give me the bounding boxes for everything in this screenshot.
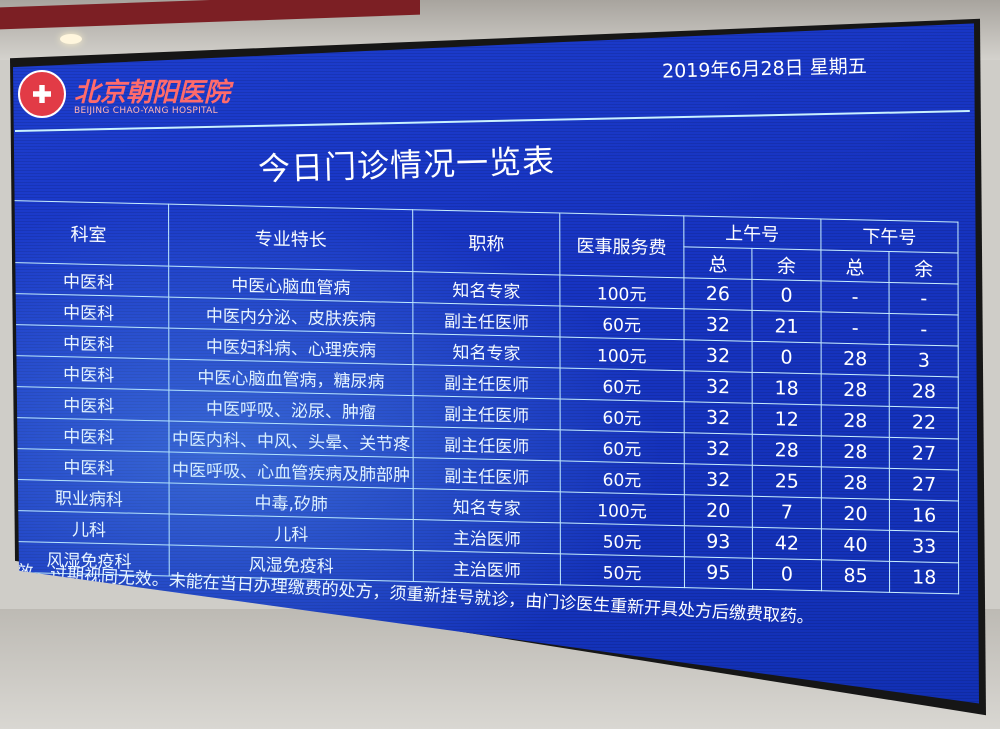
hospital-logo: 北京朝阳医院 BEIJING CHAO-YANG HOSPITAL: [18, 70, 231, 124]
cell-am-remaining: 0: [752, 341, 821, 374]
hospital-name-en: BEIJING CHAO-YANG HOSPITAL: [74, 106, 218, 116]
cell-rank: 副主任医师: [413, 395, 560, 430]
hospital-name: 北京朝阳医院: [74, 78, 231, 108]
cell-pm-remaining: 27: [889, 468, 959, 501]
header-am-remaining: 余: [752, 248, 821, 281]
cell-pm-remaining: -: [889, 282, 959, 316]
cell-department: 中医科: [13, 386, 169, 422]
cell-fee: 50元: [560, 522, 685, 557]
cell-rank: 知名专家: [413, 333, 560, 368]
cell-am-remaining: 0: [752, 558, 822, 591]
cell-pm-total: 40: [821, 528, 890, 562]
cell-rank: 知名专家: [413, 271, 560, 306]
cell-fee: 100元: [559, 336, 684, 371]
cell-pm-remaining: 3: [889, 344, 959, 377]
cell-rank: 知名专家: [413, 488, 561, 523]
cell-am-total: 93: [683, 525, 753, 559]
cell-fee: 50元: [560, 553, 685, 588]
cell-pm-remaining: 18: [889, 561, 959, 594]
wall-sign: [0, 0, 420, 30]
cell-fee: 100元: [559, 274, 684, 309]
cell-am-total: 26: [683, 277, 753, 311]
cell-am-total: 32: [683, 370, 753, 404]
cell-pm-total: 28: [820, 404, 890, 438]
cell-am-total: 32: [683, 339, 753, 373]
header-fee: 医事服务费: [559, 213, 684, 278]
cell-department: 中医科: [13, 417, 169, 453]
cell-department: 中医科: [13, 262, 169, 298]
cell-pm-remaining: 22: [889, 406, 959, 439]
cell-department: 中医科: [13, 355, 169, 391]
cell-pm-total: 20: [821, 497, 890, 531]
cell-am-remaining: 28: [752, 434, 822, 467]
cell-pm-total: 28: [820, 342, 890, 376]
cell-am-remaining: 7: [752, 496, 822, 529]
header-afternoon: 下午号: [820, 218, 959, 254]
current-date: 2019年6月28日 星期五: [661, 55, 867, 83]
cell-am-total: 32: [683, 401, 753, 435]
header-rank: 职称: [413, 209, 560, 275]
cell-am-remaining: 25: [752, 465, 822, 498]
header-department: 科室: [13, 200, 169, 267]
header-specialty: 专业特长: [168, 204, 414, 272]
cell-pm-remaining: 28: [889, 375, 959, 408]
cell-am-remaining: 42: [752, 527, 822, 560]
cell-rank: 副主任医师: [413, 426, 560, 461]
cell-am-total: 20: [683, 494, 753, 528]
cell-am-remaining: 21: [752, 310, 821, 343]
cell-am-total: 32: [683, 432, 753, 466]
cell-pm-total: -: [820, 280, 890, 314]
cell-fee: 60元: [559, 305, 684, 340]
header-am-total: 总: [683, 246, 753, 280]
cell-rank: 副主任医师: [413, 364, 560, 399]
cell-pm-remaining: 27: [889, 437, 959, 470]
cell-am-remaining: 12: [752, 403, 822, 436]
cell-am-total: 32: [683, 308, 753, 342]
cell-pm-total: 85: [821, 559, 890, 593]
cell-fee: 60元: [559, 460, 684, 495]
cell-pm-remaining: -: [889, 313, 959, 347]
cell-fee: 60元: [559, 429, 684, 464]
cell-department: 中医科: [13, 324, 169, 360]
hospital-emblem-icon: [18, 70, 66, 118]
cell-department: 中医科: [13, 293, 169, 329]
cell-fee: 60元: [559, 398, 684, 433]
cell-pm-remaining: 33: [889, 530, 959, 563]
header-pm-total: 总: [820, 249, 890, 283]
cell-am-remaining: 0: [752, 279, 821, 312]
cell-pm-total: -: [820, 311, 890, 345]
cell-am-remaining: 18: [752, 372, 821, 405]
cell-pm-total: 28: [820, 373, 890, 407]
board-title: 今日门诊情况一览表: [257, 141, 556, 189]
cell-rank: 副主任医师: [413, 457, 561, 492]
cell-pm-total: 28: [821, 435, 890, 469]
cell-pm-total: 28: [821, 466, 890, 500]
cell-pm-remaining: 16: [889, 499, 959, 532]
cell-department: 职业病科: [13, 479, 169, 515]
header-morning: 上午号: [683, 215, 821, 250]
header-pm-remaining: 余: [889, 251, 959, 285]
cell-am-total: 95: [684, 556, 753, 590]
cell-rank: 主治医师: [413, 519, 561, 554]
cell-rank: 主治医师: [413, 550, 561, 585]
cell-fee: 100元: [560, 491, 684, 526]
ceiling-light: [60, 34, 82, 44]
cell-department: 中医科: [13, 448, 169, 484]
cell-fee: 60元: [559, 367, 684, 402]
cell-rank: 副主任医师: [413, 302, 560, 337]
cell-department: 儿科: [13, 510, 169, 545]
cell-am-total: 32: [683, 463, 753, 497]
